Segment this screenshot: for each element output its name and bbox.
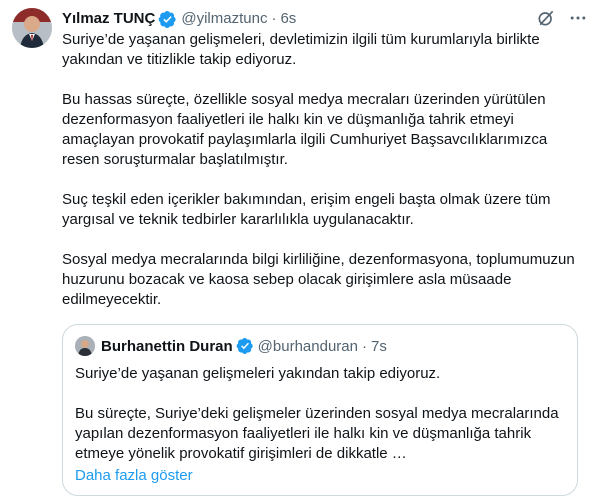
tweet-paragraph: Suriye’de yaşanan gelişmeleri, devletimi…	[62, 31, 540, 68]
quoted-author-avatar[interactable]	[75, 336, 95, 356]
quoted-author-avatar-image	[75, 336, 95, 356]
header-actions	[536, 8, 588, 28]
quoted-tweet-paragraph: Bu süreçte, Suriye’deki gelişmeler üzeri…	[75, 405, 559, 462]
quoted-author-name[interactable]: Burhanettin Duran	[101, 338, 233, 355]
quoted-tweet[interactable]: Burhanettin Duran @burhanduran · 7s Suri…	[62, 324, 578, 496]
grok-icon[interactable]	[536, 8, 556, 28]
tweet-header: Yılmaz TUNÇ @yilmaztunc · 6s	[62, 8, 588, 30]
verified-badge-icon	[236, 337, 254, 355]
quoted-author-handle[interactable]: @burhanduran	[258, 338, 358, 355]
quoted-tweet-paragraph: Suriye’de yaşanan gelişmeleri yakından t…	[75, 365, 441, 382]
verified-badge-icon	[158, 10, 177, 29]
author-avatar-image	[12, 8, 52, 48]
quoted-tweet-header: Burhanettin Duran @burhanduran · 7s	[75, 336, 565, 356]
tweet-paragraph: Suç teşkil eden içerikler bakımından, er…	[62, 191, 551, 228]
tweet-time[interactable]: 6s	[280, 9, 296, 29]
more-icon[interactable]	[568, 8, 588, 28]
quoted-tweet-time[interactable]: 7s	[371, 338, 387, 355]
author-handle[interactable]: @yilmaztunc	[181, 9, 267, 29]
tweet-paragraph: Bu hassas süreçte, özellikle sosyal medy…	[62, 91, 548, 168]
tweet-text: Suriye’de yaşanan gelişmeleri, devletimi…	[62, 30, 587, 310]
show-more-link[interactable]: Daha fazla göster	[75, 466, 565, 486]
quoted-header-separator: ·	[361, 337, 367, 355]
quoted-tweet-text: Suriye’de yaşanan gelişmeleri yakından t…	[75, 364, 565, 464]
author-name[interactable]: Yılmaz TUNÇ	[62, 9, 155, 29]
tweet-paragraph: Sosyal medya mecralarında bilgi kirliliğ…	[62, 251, 575, 308]
header-separator: ·	[271, 10, 277, 27]
author-avatar[interactable]	[12, 8, 52, 48]
tweet[interactable]: Yılmaz TUNÇ @yilmaztunc · 6s Suriye’de y…	[0, 0, 600, 500]
